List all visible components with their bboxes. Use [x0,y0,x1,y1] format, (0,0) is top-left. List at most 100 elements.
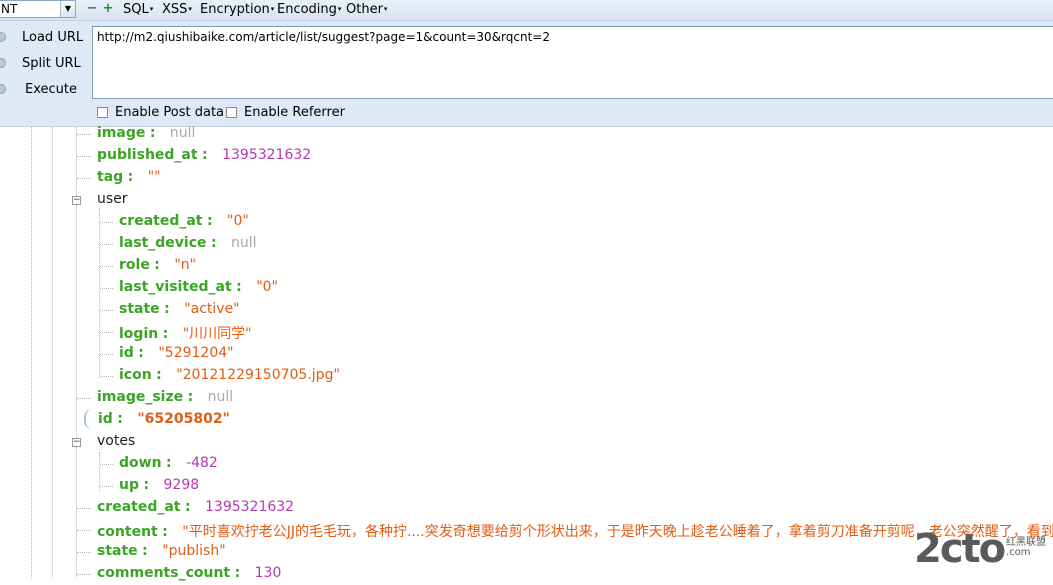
dropdown-arrow-icon: ▾ [337,5,342,13]
json-value: -482 [186,455,218,471]
split-url-button[interactable]: Split URL [0,53,90,75]
tree-connector [100,332,113,333]
json-value: "65205802" [137,411,230,427]
json-value: "n" [174,257,197,273]
json-key: tag [97,169,124,185]
url-textarea[interactable]: http://m2.qiushibaike.com/article/list/s… [92,26,1053,99]
tree-connector [77,398,91,399]
checkbox-box[interactable] [97,107,108,118]
tree-row-user-icon: icon : "20121229150705.jpg" [119,367,340,387]
menu-other-label: Other [346,2,383,17]
json-key: state [97,543,138,559]
json-key: comments_count [97,565,231,581]
tree-guide-line [99,208,100,378]
split-url-icon [0,58,6,68]
chevron-down-icon[interactable]: ▼ [60,1,75,17]
json-colon: : [210,235,217,251]
checkbox-box[interactable] [226,107,237,118]
tree-connector [100,376,113,377]
watermark-subtext: 红黑联盟 .com [1006,538,1046,558]
menu-sql[interactable]: SQL▾ [123,2,153,17]
execute-button[interactable]: Execute [0,79,90,101]
selection-brace [84,409,94,429]
json-colon: : [162,326,169,342]
hackbar-toolbar: NT ▼ − + SQL▾ XSS▾ Encryption▾ Encoding▾… [0,0,1053,21]
minus-icon[interactable]: − [86,2,98,16]
json-key: down [119,455,162,471]
tree-connector [100,464,113,465]
json-colon: : [117,411,123,427]
json-object-label: votes [97,433,136,449]
tree-row-content: content : "平时喜欢拧老公JJ的毛毛玩，各种拧....突发奇想要给剪个… [97,521,1053,541]
watermark-text: 2cto [914,526,1006,572]
json-key: id [119,345,134,361]
tree-connector [77,530,91,531]
tree-row-user-last-visited-at: last_visited_at : "0" [119,279,278,299]
tree-connector [100,310,113,311]
json-colon: : [142,543,148,559]
json-colon: : [202,147,208,163]
collapse-votes-toggle[interactable]: − [72,438,81,447]
json-colon: : [143,477,150,493]
tree-connector [77,134,91,135]
load-url-icon [0,32,6,42]
json-colon: : [166,455,172,471]
json-colon: : [162,524,168,540]
menu-xss[interactable]: XSS▾ [162,2,192,17]
tree-connector [100,486,113,487]
tree-row-user-state: state : "active" [119,301,240,321]
json-value: 130 [254,565,282,581]
json-value: "川川同学" [182,326,252,342]
tree-connector [77,552,91,553]
json-colon: : [234,565,241,581]
json-key: content [97,524,158,540]
tree-row-user-created-at: created_at : "0" [119,213,249,233]
tree-row-image-size: image_size : null [97,389,233,409]
collapse-user-toggle[interactable]: − [72,196,81,205]
json-colon: : [236,279,242,295]
site-watermark-logo: 2cto 红黑联盟 .com [914,526,1053,576]
menu-other[interactable]: Other▾ [346,2,387,17]
json-key: role [119,257,150,273]
json-value: "active" [184,301,240,317]
tree-row-tag: tag : "" [97,169,161,189]
menu-encryption[interactable]: Encryption▾ [200,2,274,17]
tree-row-created-at: created_at : 1395321632 [97,499,294,519]
tree-row-votes[interactable]: votes [97,433,135,453]
json-value: "5291204" [158,345,234,361]
tree-row-votes-up: up : 9298 [119,477,199,497]
tree-connector [100,288,113,289]
json-value: "0" [227,213,249,229]
json-value: "0" [256,279,278,295]
tree-connector [100,244,113,245]
json-colon: : [149,125,156,141]
enable-post-label: Enable Post data [115,105,225,120]
json-colon: : [156,367,162,383]
dropdown-arrow-icon: ▾ [188,5,192,13]
dropdown-arrow-icon: ▾ [270,5,275,13]
tree-row-comments-count: comments_count : 130 [97,565,281,585]
json-colon: : [138,345,144,361]
json-tree-view: − − image : null published_at : 13953216… [0,125,1053,581]
tree-connector [100,222,113,223]
tree-row-user[interactable]: user [97,191,128,211]
mode-select-value: NT [1,2,18,16]
mode-select[interactable]: NT ▼ [0,0,76,18]
watermark-com: .com [1006,547,1031,558]
json-colon: : [164,301,170,317]
tree-row-user-id: id : "5291204" [119,345,234,365]
menu-encoding-label: Encoding [277,2,337,17]
tree-connector [100,266,113,267]
tree-guide-line [31,127,32,578]
tree-connector [77,508,91,509]
tree-row-user-login: login : "川川同学" [119,323,252,343]
load-url-button[interactable]: Load URL [0,27,90,49]
plus-icon[interactable]: + [102,2,114,16]
json-key: created_at [119,213,203,229]
url-text: http://m2.qiushibaike.com/article/list/s… [97,30,550,44]
json-key: image_size [97,389,184,405]
menu-encoding[interactable]: Encoding▾ [277,2,341,17]
json-colon: : [127,169,134,185]
tree-connector [100,354,113,355]
dropdown-arrow-icon: ▾ [149,5,154,13]
